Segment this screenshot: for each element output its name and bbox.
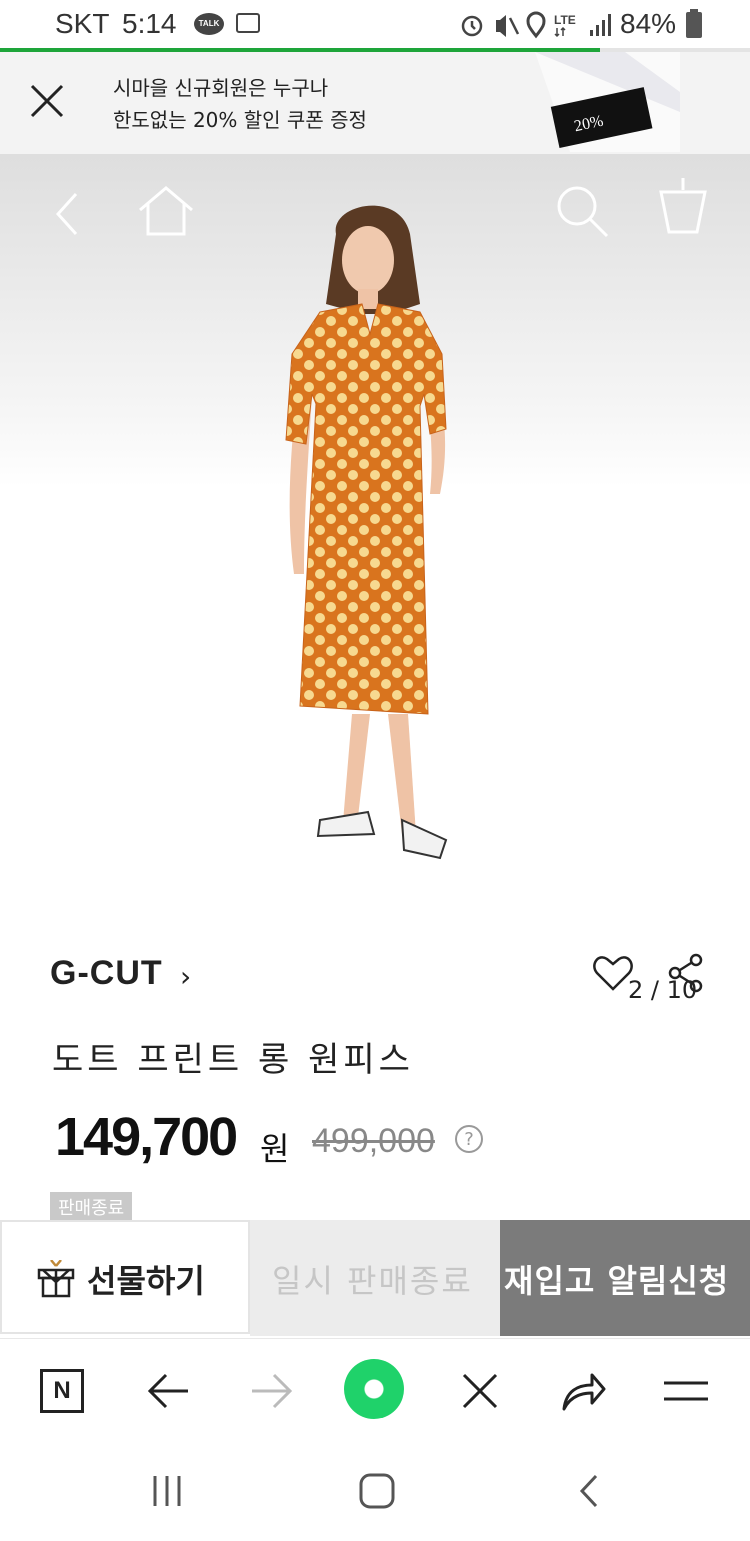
carrier-label: SKT (55, 8, 110, 39)
menu-icon[interactable] (662, 1375, 710, 1407)
status-icons: LTE (461, 11, 611, 39)
sale-paused-button: 일시 판매종료 (250, 1220, 500, 1336)
kakaotalk-icon: TALK (194, 13, 224, 35)
promo-banner[interactable]: 시마을 신규회원은 누구나 한도없는 20% 할인 쿠폰 증정 20% (0, 52, 750, 154)
gift-button[interactable]: 선물하기 (0, 1220, 250, 1334)
browser-toolbar: N (0, 1338, 750, 1439)
share-icon[interactable] (666, 952, 706, 994)
battery-icon (686, 9, 702, 38)
product-image-carousel[interactable]: 2 / 10 (0, 154, 750, 1004)
android-back-icon[interactable] (574, 1472, 604, 1510)
product-title: 도트 프린트 롱 원피스 (52, 1040, 414, 1080)
sale-price: 149,700 (55, 1107, 238, 1167)
chevron-right-icon[interactable]: › (180, 960, 191, 993)
home-icon[interactable] (136, 184, 196, 240)
status-badge: 판매종료 (50, 1192, 133, 1222)
battery-percent: 84% (620, 8, 677, 39)
signal-icon (590, 14, 611, 36)
search-icon[interactable] (555, 184, 611, 240)
gift-button-label: 선물하기 (87, 1262, 205, 1300)
restock-alert-label: 재입고 알림신청 (504, 1262, 730, 1300)
price-unit: 원 (260, 1130, 290, 1168)
restock-alert-button[interactable]: 재입고 알림신청 (500, 1220, 750, 1336)
green-dot-home-button[interactable] (344, 1359, 404, 1419)
purchase-action-bar: 선물하기 일시 판매종료 재입고 알림신청 (0, 1220, 750, 1336)
sale-paused-label: 일시 판매종료 (272, 1262, 473, 1300)
mute-icon (496, 15, 520, 37)
arrow-left-icon[interactable] (144, 1369, 192, 1413)
back-icon[interactable] (50, 190, 90, 240)
help-icon[interactable]: ? (455, 1125, 483, 1153)
status-bar: SKT 5:14 TALK LTE 84% (0, 0, 750, 50)
product-photo (285, 205, 448, 860)
promo-text-line2: 한도없는 20% 할인 쿠폰 증정 (113, 108, 367, 132)
close-icon[interactable] (28, 82, 68, 122)
location-icon (526, 11, 546, 39)
share-arrow-icon[interactable] (560, 1369, 608, 1413)
arrow-right-icon[interactable] (248, 1369, 296, 1413)
original-price: 499,000 (312, 1122, 435, 1160)
promo-text-line1: 시마을 신규회원은 누구나 (113, 76, 329, 100)
lte-label: LTE (554, 13, 576, 27)
coupon-illustration: 20% (535, 52, 680, 152)
gallery-icon (236, 13, 260, 33)
heart-icon[interactable] (592, 955, 634, 993)
close-icon[interactable] (460, 1371, 500, 1411)
gift-icon (37, 1260, 75, 1298)
brand-link[interactable]: G-CUT (50, 954, 163, 993)
alarm-icon (461, 15, 483, 37)
cart-icon[interactable] (655, 176, 711, 236)
android-navigation-bar (0, 1440, 750, 1541)
naver-icon[interactable]: N (40, 1369, 84, 1413)
recent-apps-icon[interactable] (150, 1474, 186, 1508)
clock: 5:14 (122, 8, 177, 39)
android-home-icon[interactable] (358, 1472, 396, 1510)
